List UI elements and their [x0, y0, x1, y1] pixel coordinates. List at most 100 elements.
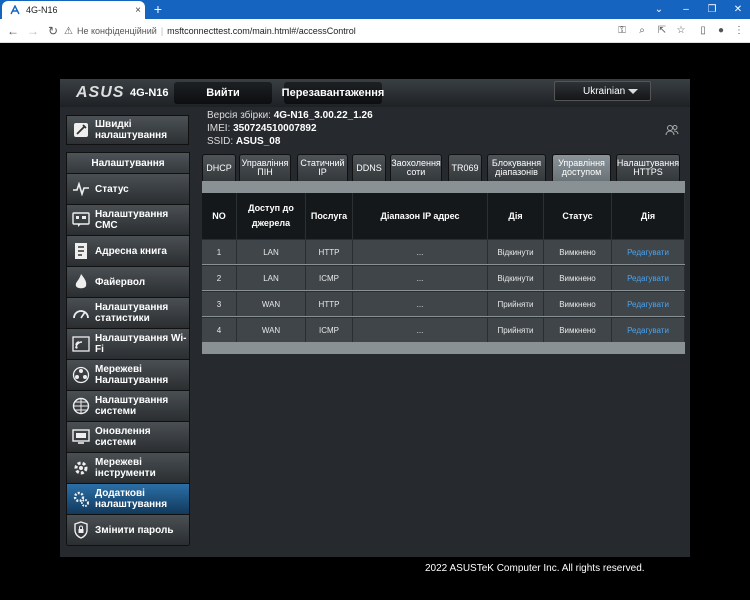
table-row: 4 WAN ICMP ... Прийняти Вимкнено Редагув…	[202, 317, 685, 342]
cell-action: Прийняти	[488, 318, 544, 342]
users-icon[interactable]	[665, 124, 679, 136]
sidebar-item-label: Налаштування статистики	[95, 302, 169, 324]
omnibox-separator: |	[160, 26, 164, 36]
logout-button[interactable]: Вийти	[174, 82, 272, 104]
minimize-icon[interactable]: –	[672, 0, 700, 19]
chevron-down-icon[interactable]: ⌄	[645, 0, 673, 19]
sidebar-item-label: Налаштування Wi-Fi	[95, 333, 187, 355]
sidebar-item-update[interactable]: Оновлення системи	[67, 422, 189, 453]
ssid-label: SSID:	[207, 136, 234, 147]
tab-cell-lock[interactable]: Заохолення соти	[390, 154, 442, 181]
ssid-value: ASUS_08	[235, 136, 281, 147]
tab-ddns[interactable]: DDNS	[352, 154, 386, 181]
browser-tab-bar: 4G-N16 × + ⌄ – ❐ ✕	[0, 0, 750, 19]
sidebar-item-statistics[interactable]: Налаштування статистики	[67, 298, 189, 329]
reload-icon[interactable]: ↻	[44, 22, 62, 40]
zoom-icon[interactable]: ⌕	[634, 22, 650, 40]
sidebar-item-firewall[interactable]: Файервол	[67, 267, 189, 298]
network-icon	[71, 365, 91, 385]
edit-link[interactable]: Редагувати	[612, 266, 685, 290]
tab-https[interactable]: Налаштування HTTPS	[616, 154, 680, 181]
cell-service: HTTP	[306, 292, 353, 316]
cell-ip-range: ...	[353, 318, 488, 342]
edit-link[interactable]: Редагувати	[612, 292, 685, 316]
imei-line: IMEI: 350724510007892	[207, 122, 373, 135]
firmware-value: 4G-N16_3.00.22_1.26	[273, 110, 373, 121]
sidebar-item-label: Адресна книга	[95, 245, 167, 257]
sidebar-item-password[interactable]: Змінити пароль	[67, 515, 189, 546]
quick-setup-button[interactable]: Швидкі налаштування	[66, 115, 189, 145]
bookmark-star-icon[interactable]: ☆	[673, 22, 689, 40]
key-icon[interactable]: ⚿	[614, 22, 630, 40]
sidebar-item-label: Оновлення системи	[95, 426, 151, 448]
sidebar-item-label: Мережеві інструменти	[95, 457, 156, 479]
wand-icon	[71, 120, 91, 140]
cell-status: Вимкнено	[544, 266, 612, 290]
sidepanel-icon[interactable]: ▯	[695, 22, 711, 40]
sms-icon	[71, 210, 91, 230]
sidebar-item-status[interactable]: Статус	[67, 174, 189, 205]
tab-access-control[interactable]: Управління доступом	[552, 154, 611, 181]
cell-source: LAN	[237, 240, 306, 264]
edit-link[interactable]: Редагувати	[612, 318, 685, 342]
cell-action: Відкинути	[488, 266, 544, 290]
browser-tab[interactable]: 4G-N16 ×	[2, 1, 145, 19]
restore-icon[interactable]: ❐	[698, 0, 726, 19]
table-header-row: NO Доступ до джерела Послуга Діапазон IP…	[202, 193, 685, 239]
firewall-icon	[71, 272, 91, 292]
new-tab-icon[interactable]: +	[150, 1, 166, 17]
tab-close-icon[interactable]: ×	[131, 5, 145, 16]
menu-dots-icon[interactable]: ⋮	[731, 22, 747, 40]
tab-pin[interactable]: Управління ПІН	[239, 154, 291, 181]
security-label[interactable]: Не конфіденційний	[77, 26, 157, 36]
profile-icon[interactable]: ●	[713, 22, 729, 40]
language-select[interactable]: Ukrainian	[554, 81, 651, 101]
imei-label: IMEI:	[207, 123, 231, 134]
ssid-line: SSID: ASUS_08	[207, 135, 373, 148]
cell-service: HTTP	[306, 240, 353, 264]
tab-band-lock[interactable]: Блокування діапазонів	[487, 154, 546, 181]
tools-icon	[71, 458, 91, 478]
device-info: Версія збірки: 4G-N16_3.00.22_1.26 IMEI:…	[207, 109, 373, 148]
sidebar-item-advanced[interactable]: Додаткові налаштування	[67, 484, 189, 515]
sidebar-item-system[interactable]: Налаштування системи	[67, 391, 189, 422]
table-row: 2 LAN ICMP ... Відкинути Вимкнено Редагу…	[202, 265, 685, 290]
lock-icon	[71, 520, 91, 540]
back-icon[interactable]: ←	[4, 22, 22, 40]
sidebar-item-label: Налаштування СМС	[95, 209, 169, 231]
window-close-icon[interactable]: ✕	[724, 0, 750, 19]
edit-link[interactable]: Редагувати	[612, 240, 685, 264]
cell-service: ICMP	[306, 266, 353, 290]
sidebar-item-wifi[interactable]: Налаштування Wi-Fi	[67, 329, 189, 360]
cell-no: 2	[202, 266, 237, 290]
tab-static-ip[interactable]: Статичний IP	[297, 154, 348, 181]
url-text[interactable]: msftconnecttest.com/main.html#/accessCon…	[167, 26, 356, 36]
cell-source: LAN	[237, 266, 306, 290]
status-icon	[71, 179, 91, 199]
sidebar-item-tools[interactable]: Мережеві інструменти	[67, 453, 189, 484]
imei-value: 350724510007892	[233, 123, 317, 134]
share-icon[interactable]: ⇱	[654, 22, 670, 40]
tab-tr069[interactable]: TR069	[448, 154, 482, 181]
sidebar-item-sms[interactable]: Налаштування СМС	[67, 205, 189, 236]
sidebar-item-network[interactable]: Мережеві Налаштування	[67, 360, 189, 391]
sidebar-item-label: Мережеві Налаштування	[95, 364, 169, 386]
table-row: 3 WAN HTTP ... Прийняти Вимкнено Редагув…	[202, 291, 685, 316]
address-bar: ← → ↻ ⚠ Не конфіденційний | msftconnectt…	[0, 19, 750, 43]
cell-status: Вимкнено	[544, 240, 612, 264]
sidebar-item-label: Налаштування системи	[95, 395, 169, 417]
router-header: ASUS 4G-N16 Вийти Перезавантаження Ukrai…	[60, 79, 690, 107]
cell-status: Вимкнено	[544, 318, 612, 342]
sidebar-item-address-book[interactable]: Адресна книга	[67, 236, 189, 267]
advanced-icon	[71, 489, 91, 509]
sidebar-item-label: Додаткові налаштування	[95, 488, 168, 510]
forward-icon[interactable]: →	[24, 22, 42, 40]
address-book-icon	[71, 241, 91, 261]
cell-ip-range: ...	[353, 266, 488, 290]
tab-dhcp[interactable]: DHCP	[202, 154, 236, 181]
cell-action: Відкинути	[488, 240, 544, 264]
asus-logo: ASUS	[76, 84, 125, 101]
caret-down-icon	[628, 89, 638, 94]
omnibox[interactable]: ⚠ Не конфіденційний | msftconnecttest.co…	[64, 22, 604, 40]
reboot-button[interactable]: Перезавантаження	[282, 82, 384, 104]
